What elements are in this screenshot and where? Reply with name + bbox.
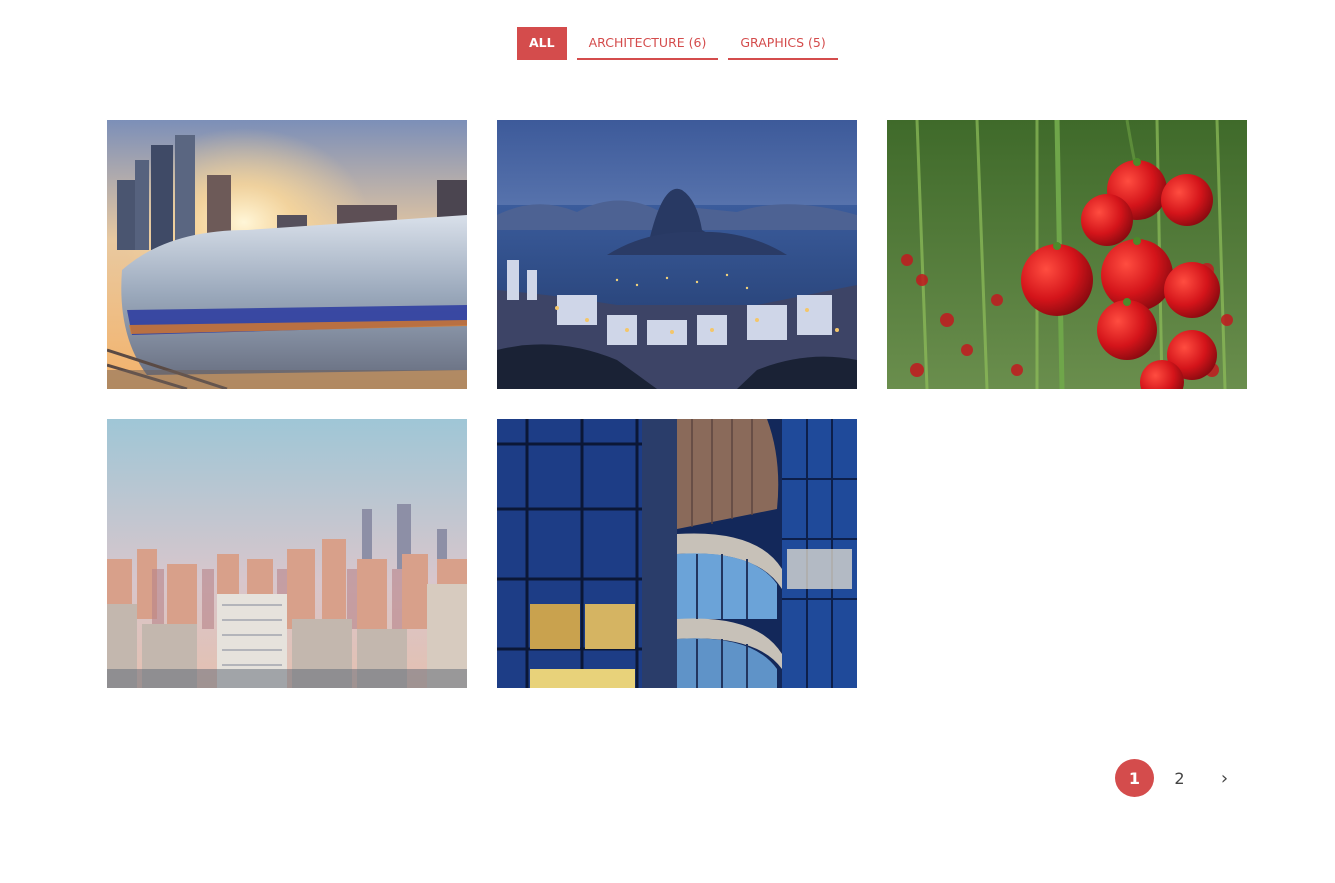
city-skyline-image <box>107 419 467 688</box>
glass-building-image <box>497 419 857 688</box>
portfolio-item-skyline[interactable] <box>107 419 467 688</box>
tomatoes-image <box>887 120 1247 389</box>
page-2-button[interactable]: 2 <box>1160 759 1199 797</box>
filter-architecture[interactable]: ARCHITECTURE (6) <box>576 27 719 60</box>
page-1-button[interactable]: 1 <box>1115 759 1154 797</box>
portfolio-item-bay[interactable] <box>497 120 857 389</box>
portfolio-page: ALL ARCHITECTURE (6) GRAPHICS (5) 1 2 › <box>0 0 1335 883</box>
portfolio-item-train[interactable] <box>107 120 467 389</box>
portfolio-item-glass-building[interactable] <box>497 419 857 688</box>
filter-all[interactable]: ALL <box>517 27 567 60</box>
filter-graphics[interactable]: GRAPHICS (5) <box>728 27 838 60</box>
portfolio-item-tomatoes[interactable] <box>887 120 1247 389</box>
bay-city-image <box>497 120 857 389</box>
next-page-button[interactable]: › <box>1205 759 1244 797</box>
portfolio-filter-bar: ALL ARCHITECTURE (6) GRAPHICS (5) <box>517 27 838 60</box>
pagination: 1 2 › <box>1115 759 1244 797</box>
train-sunset-image <box>107 120 467 389</box>
portfolio-grid <box>107 120 1247 688</box>
